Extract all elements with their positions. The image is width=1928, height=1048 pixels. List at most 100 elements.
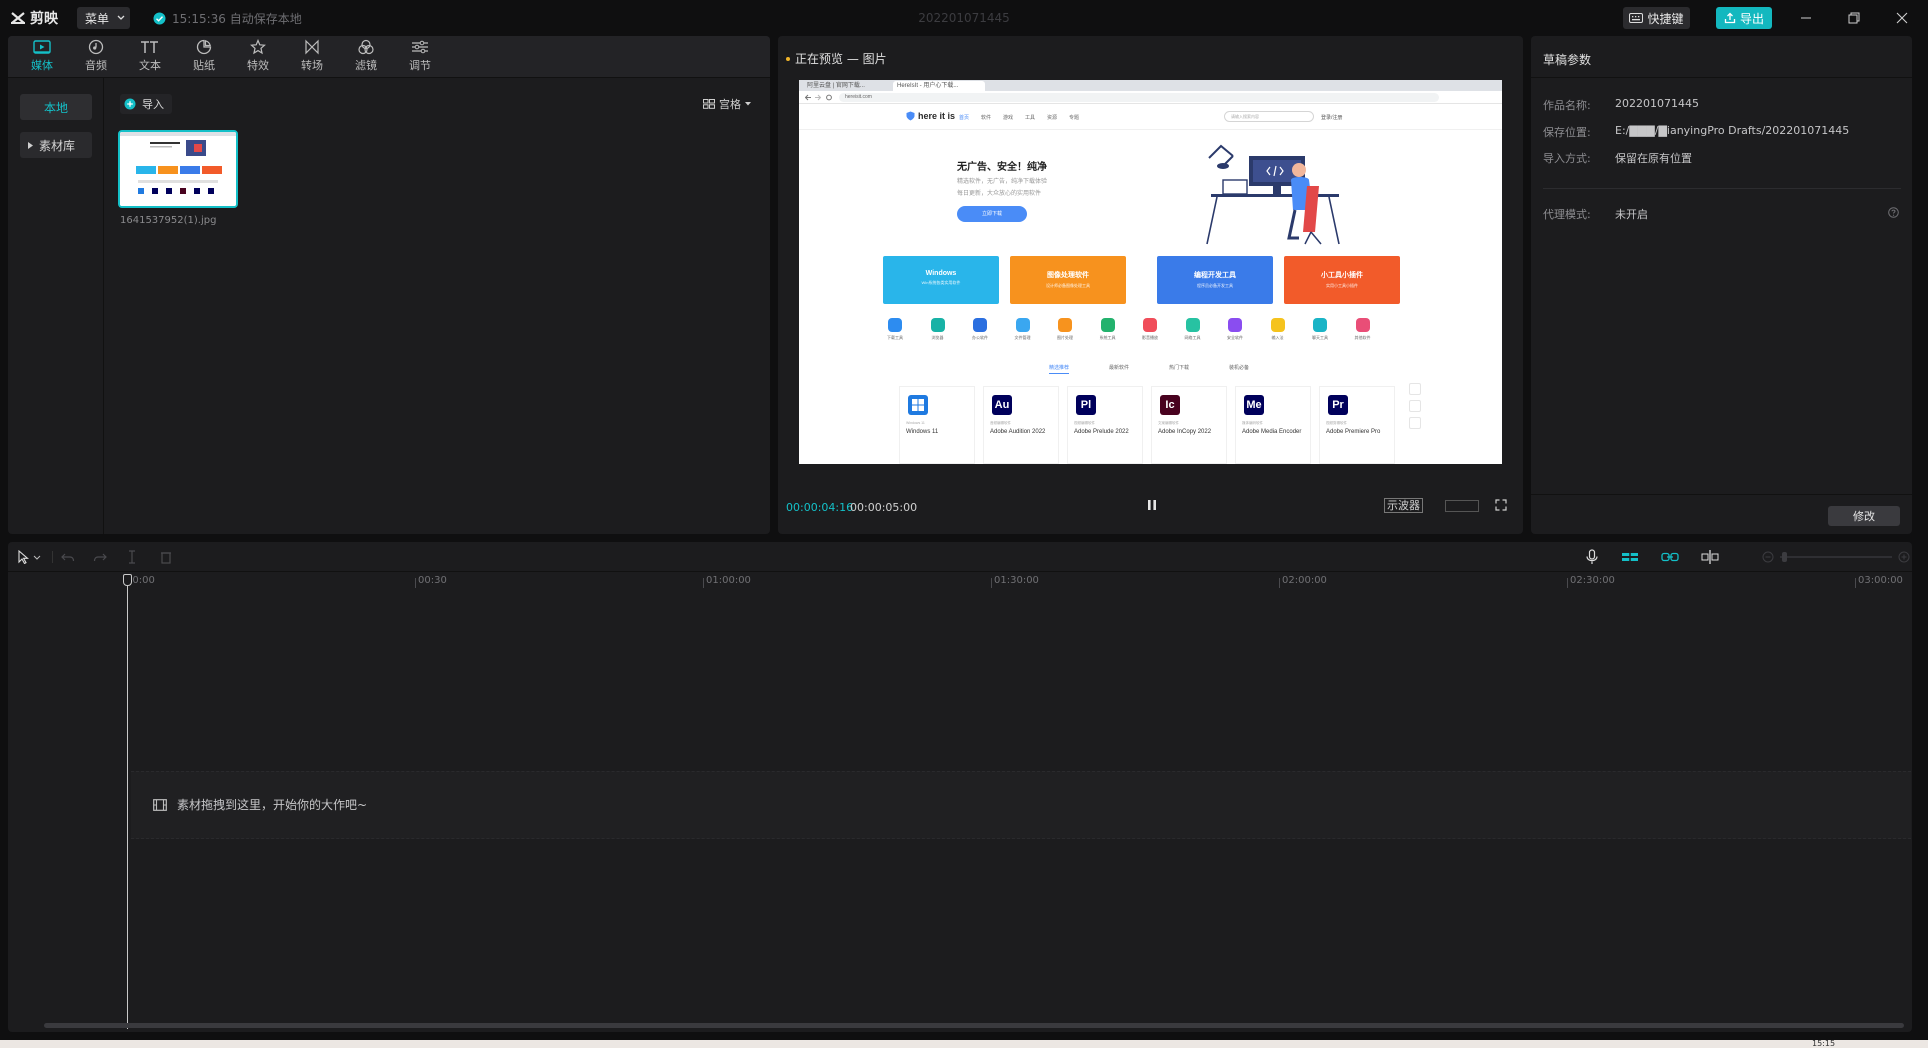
tab-text-label: 文本 [139, 59, 161, 72]
split-icon [129, 550, 135, 564]
tab-transition[interactable]: 转场 [292, 39, 332, 77]
web-product-card: Pl 视频编辑软件 Adobe Prelude 2022 [1067, 386, 1143, 464]
record-audio-button[interactable] [1584, 549, 1600, 565]
web-navbar: here it is 首页 软件 游戏 工具 资源 专题 请输入搜索内容 登录/… [799, 104, 1502, 130]
pause-button[interactable] [1145, 498, 1159, 512]
web-nav-item: 工具 [1025, 115, 1036, 121]
ruler-tick-label: 00:30 [418, 575, 447, 586]
minimize-icon [1801, 17, 1811, 19]
help-icon[interactable] [1888, 207, 1899, 218]
auto-snap-button[interactable] [1660, 549, 1680, 565]
os-taskbar [0, 1040, 1928, 1048]
web-product-category: Windows 11 [906, 421, 925, 425]
shield-icon [906, 111, 915, 121]
media-item-thumbnail[interactable] [118, 130, 238, 208]
tab-filter[interactable]: 滤镜 [346, 39, 386, 77]
prop-proxy-label: 代理模式: [1543, 208, 1591, 221]
restore-button[interactable] [1844, 8, 1864, 28]
undo-button[interactable] [60, 549, 76, 565]
shortcut-label: 快捷键 [1647, 11, 1684, 26]
fullscreen-icon [1495, 499, 1507, 511]
web-product-icon: Me [1244, 395, 1264, 415]
select-tool-button[interactable] [16, 549, 32, 565]
delete-button[interactable] [158, 549, 174, 565]
web-product-card: Me 媒体编码软件 Adobe Media Encoder [1235, 386, 1311, 464]
modify-button[interactable]: 修改 [1828, 506, 1900, 526]
web-app-icon [1228, 318, 1242, 332]
tab-effects[interactable]: 特效 [238, 39, 278, 77]
fullscreen-button[interactable] [1495, 499, 1509, 513]
web-app-shortcut: 其他软件 [1344, 318, 1382, 341]
aspect-ratio-button[interactable] [1445, 500, 1479, 512]
adjust-icon [412, 40, 428, 54]
web-app-icon [1270, 318, 1285, 332]
timeline-toolbar [8, 542, 1912, 572]
export-button[interactable]: 导出 [1716, 7, 1772, 29]
web-hero-title: 无广告、安全！纯净 [957, 162, 1047, 173]
menu-button[interactable]: 菜单 [77, 7, 130, 29]
web-hero-subtitle: 精选软件，无广告，纯净下载体验 [957, 179, 1048, 185]
media-icon [33, 40, 51, 54]
zoom-slider-track[interactable] [1780, 556, 1892, 558]
menu-label: 菜单 [85, 11, 110, 26]
tab-text[interactable]: 文本 [130, 39, 170, 77]
playhead-line[interactable] [127, 574, 128, 1029]
tab-sticker[interactable]: 贴纸 [184, 39, 224, 77]
tab-audio[interactable]: 音频 [76, 39, 116, 77]
prop-proxy-value: 未开启 [1615, 208, 1648, 221]
import-label: 导入 [142, 98, 164, 111]
tab-adjust[interactable]: 调节 [400, 39, 440, 77]
ruler-tick-label: 02:30:00 [1570, 575, 1615, 586]
web-app-shortcut: 系统工具 [1089, 318, 1127, 341]
time-ruler[interactable]: 00:00 00:30 01:00:00 01:30:00 02:00:00 02:30:… [8, 572, 1912, 590]
web-float-button [1409, 400, 1421, 412]
zoom-in-icon [1898, 551, 1910, 563]
autosave-text: 15:15:36 自动保存本地 [172, 12, 302, 26]
pause-icon [1148, 500, 1156, 510]
split-button[interactable] [124, 549, 140, 565]
preview-axis-icon [1701, 550, 1719, 564]
select-tool-dropdown[interactable] [32, 549, 42, 565]
prop-path-label: 保存位置: [1543, 126, 1591, 139]
props-header: 草稿参数 [1531, 36, 1912, 78]
plus-circle-icon [124, 98, 136, 110]
import-button[interactable]: 导入 [120, 94, 172, 114]
web-nav-item: 专题 [1069, 115, 1080, 121]
web-app-shortcut: 办公软件 [961, 318, 999, 341]
tab-media[interactable]: 媒体 [22, 39, 62, 77]
zoom-out-button[interactable] [1760, 549, 1776, 565]
preview-axis-button[interactable] [1700, 549, 1720, 565]
web-card-title: 图像处理软件 [1047, 272, 1089, 279]
prop-path-value: E:/▇▇▇/▇ianyingPro Drafts/202201071445 [1615, 124, 1850, 137]
web-product-name: Adobe Audition 2022 [990, 429, 1046, 435]
sidebar-item-library[interactable]: 素材库 [20, 132, 92, 158]
zoom-in-button[interactable] [1896, 549, 1912, 565]
playhead-handle[interactable] [123, 574, 132, 586]
app-name: 剪映 [30, 11, 58, 27]
oscilloscope-button[interactable]: 示波器 [1384, 498, 1423, 513]
redo-icon [93, 553, 107, 562]
shortcut-button[interactable]: 快捷键 [1623, 7, 1690, 29]
timeline-scrollbar[interactable] [44, 1023, 1904, 1028]
text-icon [141, 41, 158, 53]
web-app-shortcut: 输入法 [1259, 318, 1297, 341]
ruler-tick-label: 01:30:00 [994, 575, 1039, 586]
redo-button[interactable] [92, 549, 108, 565]
main-track-drop-zone[interactable] [131, 771, 1911, 839]
sidebar-item-local[interactable]: 本地 [20, 94, 92, 120]
zoom-slider-thumb[interactable] [1782, 552, 1787, 562]
web-card-title: 小工具小插件 [1321, 272, 1363, 279]
preview-canvas[interactable]: 阿里云盘 | 官网下载... HereIsIt - 用户心下载... herei… [799, 80, 1502, 464]
web-product-name: Adobe Prelude 2022 [1074, 429, 1129, 435]
web-address-bar: hereisit.com [799, 91, 1502, 104]
web-section-tab: 装机必备 [1229, 365, 1250, 371]
view-mode-dropdown[interactable]: 宫格 [703, 96, 751, 112]
browser-nav-icons [805, 94, 832, 101]
web-app-label: 安全软件 [1227, 335, 1243, 340]
main-track-magnet-button[interactable] [1620, 549, 1640, 565]
minimize-button[interactable] [1796, 8, 1816, 28]
ruler-tick [1855, 578, 1856, 588]
chevron-down-icon [117, 15, 125, 20]
close-button[interactable] [1892, 8, 1912, 28]
web-app-shortcut: 浏览器 [919, 318, 957, 341]
